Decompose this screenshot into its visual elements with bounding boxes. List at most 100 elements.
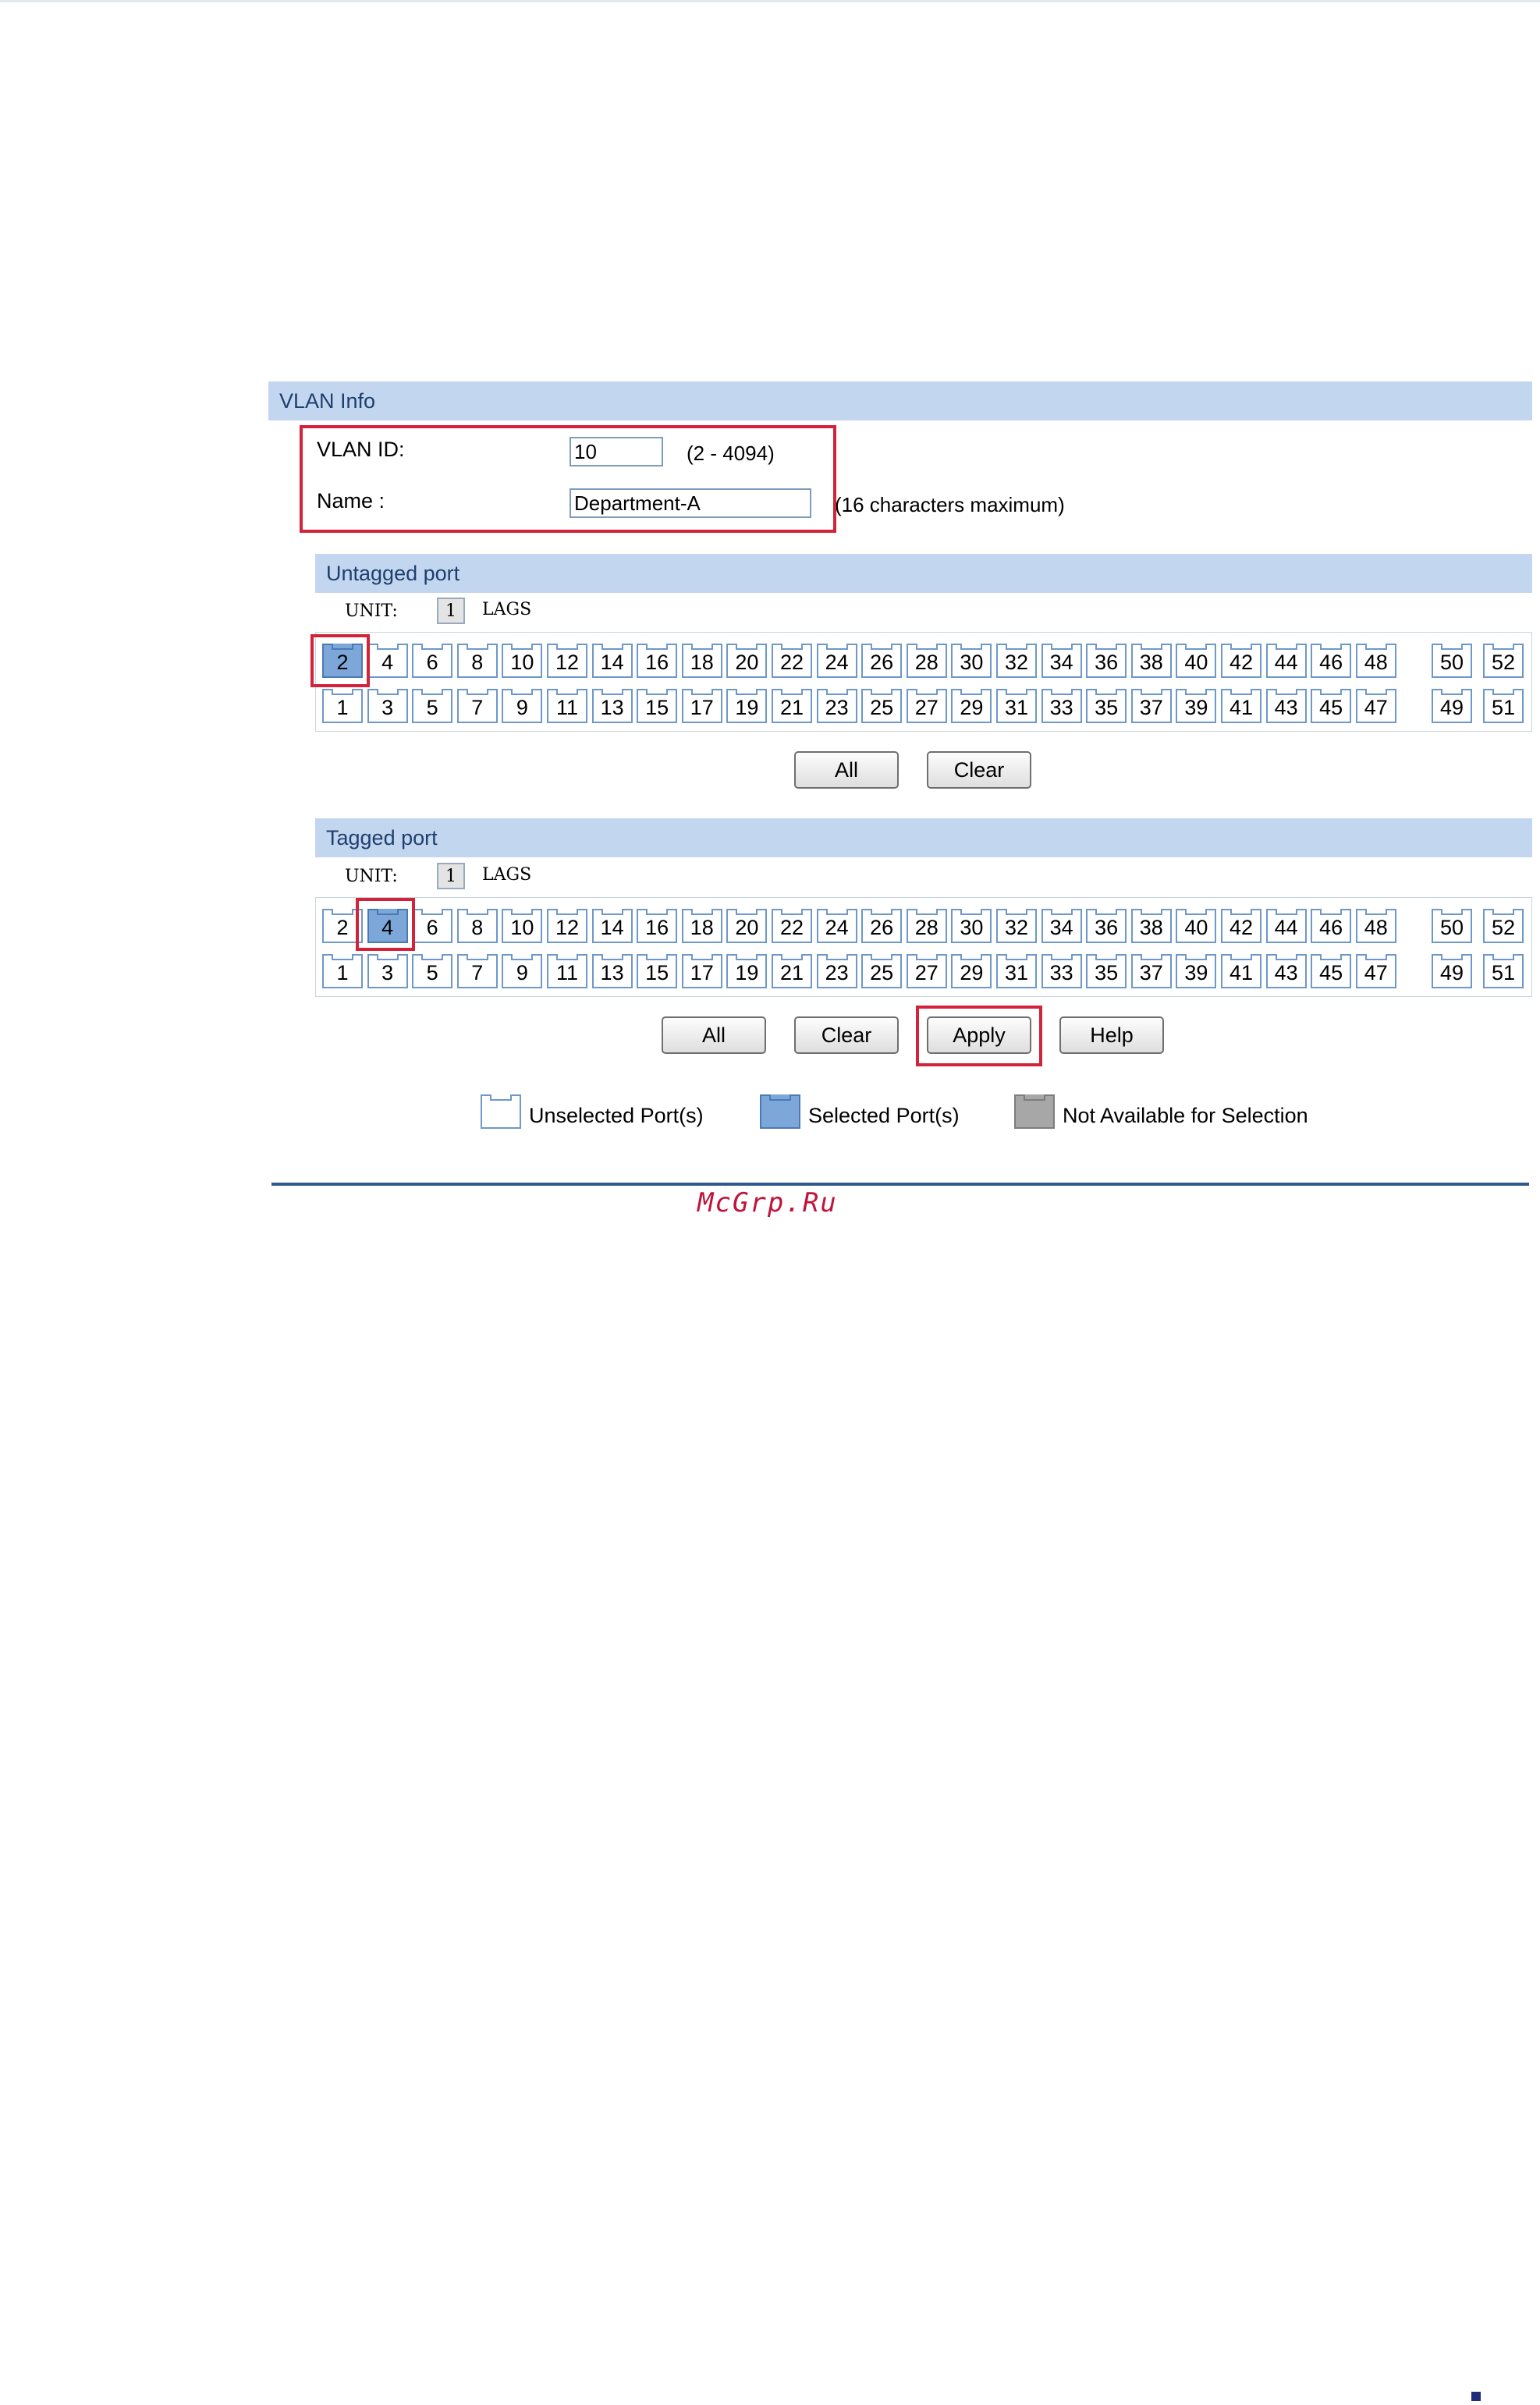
tagged-port-26[interactable]: 26 [861,909,903,943]
tagged-port-28[interactable]: 28 [906,909,947,943]
untagged-port-16[interactable]: 16 [637,644,678,678]
tagged-port-31[interactable]: 31 [996,954,1037,988]
tagged-port-16[interactable]: 16 [637,909,678,943]
untagged-port-1[interactable]: 1 [322,689,363,723]
tagged-port-3[interactable]: 3 [367,954,408,988]
untagged-port-28[interactable]: 28 [906,644,947,678]
untagged-port-19[interactable]: 19 [726,689,768,723]
tagged-port-27[interactable]: 27 [906,954,947,988]
tagged-port-40[interactable]: 40 [1176,909,1217,943]
tagged-port-22[interactable]: 22 [772,909,812,943]
tagged-port-2[interactable]: 2 [322,909,363,943]
tagged-port-20[interactable]: 20 [726,909,768,943]
untagged-port-4[interactable]: 4 [367,644,408,678]
tagged-port-33[interactable]: 33 [1041,954,1082,988]
tagged-unit-selector[interactable]: 1 [437,863,465,889]
tagged-port-8[interactable]: 8 [456,909,498,943]
untagged-port-50[interactable]: 50 [1432,644,1472,678]
untagged-port-13[interactable]: 13 [591,689,633,723]
untagged-port-17[interactable]: 17 [681,689,722,723]
tagged-port-49[interactable]: 49 [1432,954,1472,988]
untagged-port-34[interactable]: 34 [1041,644,1082,678]
untagged-port-3[interactable]: 3 [367,689,408,723]
tagged-port-34[interactable]: 34 [1041,909,1082,943]
untagged-port-29[interactable]: 29 [951,689,992,723]
untagged-port-49[interactable]: 49 [1432,689,1472,723]
untagged-lags-tab[interactable]: LAGS [482,600,531,619]
untagged-port-23[interactable]: 23 [816,689,857,723]
tagged-port-9[interactable]: 9 [502,954,543,988]
tagged-port-10[interactable]: 10 [502,909,543,943]
tagged-port-7[interactable]: 7 [456,954,498,988]
untagged-port-36[interactable]: 36 [1086,644,1127,678]
untagged-port-26[interactable]: 26 [861,644,903,678]
help-button[interactable]: Help [1059,1016,1164,1054]
untagged-port-7[interactable]: 7 [456,689,498,723]
tagged-port-17[interactable]: 17 [681,954,722,988]
untagged-port-27[interactable]: 27 [906,689,947,723]
untagged-port-25[interactable]: 25 [861,689,903,723]
untagged-port-21[interactable]: 21 [772,689,812,723]
untagged-port-46[interactable]: 46 [1311,644,1352,678]
untagged-port-20[interactable]: 20 [726,644,768,678]
untagged-port-12[interactable]: 12 [547,644,587,678]
untagged-clear-button[interactable]: Clear [927,751,1031,789]
tagged-port-5[interactable]: 5 [412,954,453,988]
tagged-port-51[interactable]: 51 [1483,954,1524,988]
tagged-port-6[interactable]: 6 [412,909,453,943]
tagged-all-button[interactable]: All [662,1016,766,1054]
tagged-port-1[interactable]: 1 [322,954,363,988]
tagged-port-39[interactable]: 39 [1176,954,1217,988]
untagged-port-15[interactable]: 15 [637,689,678,723]
untagged-port-5[interactable]: 5 [412,689,453,723]
untagged-port-8[interactable]: 8 [456,644,498,678]
untagged-port-32[interactable]: 32 [996,644,1037,678]
tagged-port-48[interactable]: 48 [1355,909,1396,943]
untagged-port-6[interactable]: 6 [412,644,453,678]
untagged-all-button[interactable]: All [794,751,899,789]
tagged-port-32[interactable]: 32 [996,909,1037,943]
tagged-port-29[interactable]: 29 [951,954,992,988]
tagged-port-44[interactable]: 44 [1265,909,1307,943]
untagged-port-22[interactable]: 22 [772,644,812,678]
tagged-port-13[interactable]: 13 [591,954,633,988]
untagged-port-18[interactable]: 18 [681,644,722,678]
tagged-port-37[interactable]: 37 [1130,954,1172,988]
untagged-port-31[interactable]: 31 [996,689,1037,723]
tagged-port-30[interactable]: 30 [951,909,992,943]
tagged-port-47[interactable]: 47 [1355,954,1396,988]
untagged-port-11[interactable]: 11 [547,689,587,723]
untagged-port-43[interactable]: 43 [1265,689,1307,723]
untagged-port-2[interactable]: 2 [322,644,363,678]
untagged-port-9[interactable]: 9 [502,689,543,723]
tagged-port-14[interactable]: 14 [591,909,633,943]
untagged-port-52[interactable]: 52 [1483,644,1524,678]
tagged-port-12[interactable]: 12 [547,909,587,943]
untagged-port-39[interactable]: 39 [1176,689,1217,723]
untagged-port-30[interactable]: 30 [951,644,992,678]
tagged-port-15[interactable]: 15 [637,954,678,988]
tagged-port-24[interactable]: 24 [816,909,857,943]
tagged-port-45[interactable]: 45 [1311,954,1352,988]
tagged-port-42[interactable]: 42 [1221,909,1261,943]
untagged-port-35[interactable]: 35 [1086,689,1127,723]
vlan-name-input[interactable] [570,488,811,518]
tagged-port-11[interactable]: 11 [547,954,587,988]
tagged-port-41[interactable]: 41 [1221,954,1261,988]
tagged-lags-tab[interactable]: LAGS [482,865,531,885]
tagged-port-43[interactable]: 43 [1265,954,1307,988]
apply-button[interactable]: Apply [927,1016,1031,1054]
untagged-port-37[interactable]: 37 [1130,689,1172,723]
tagged-port-4[interactable]: 4 [367,909,408,943]
tagged-port-18[interactable]: 18 [681,909,722,943]
untagged-port-40[interactable]: 40 [1176,644,1217,678]
untagged-port-44[interactable]: 44 [1265,644,1307,678]
untagged-port-42[interactable]: 42 [1221,644,1261,678]
tagged-port-52[interactable]: 52 [1483,909,1524,943]
tagged-port-19[interactable]: 19 [726,954,768,988]
tagged-clear-button[interactable]: Clear [794,1016,899,1054]
tagged-port-36[interactable]: 36 [1086,909,1127,943]
untagged-port-48[interactable]: 48 [1355,644,1396,678]
tagged-port-35[interactable]: 35 [1086,954,1127,988]
tagged-port-21[interactable]: 21 [772,954,812,988]
